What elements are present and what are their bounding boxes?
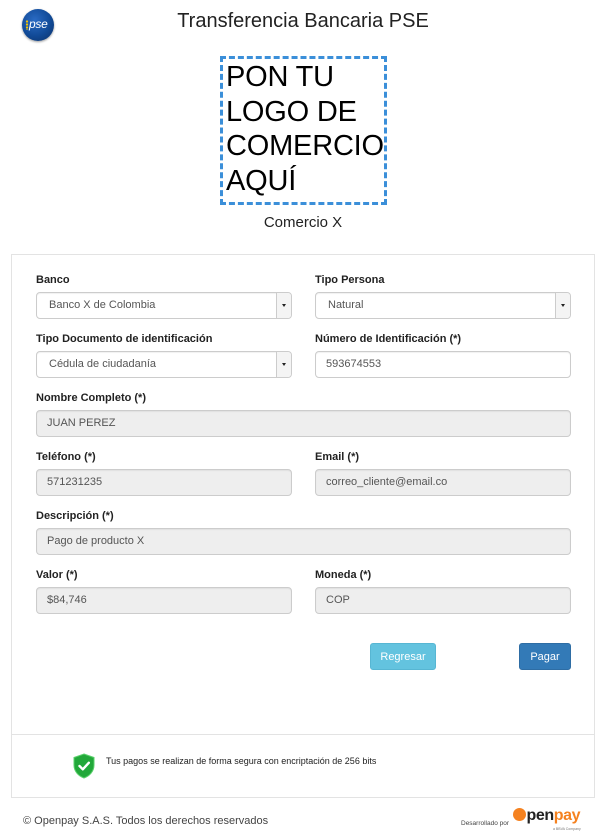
openpay-wordmark: penpay [513, 807, 581, 825]
currency-input[interactable]: COP [315, 587, 571, 614]
document-type-select-value: Cédula de ciudadanía [49, 358, 157, 370]
amount-input[interactable]: $84,746 [36, 587, 292, 614]
email-label: Email (*) [315, 451, 360, 463]
back-button[interactable]: Regresar [370, 643, 436, 670]
payment-form-panel: Banco Banco X de Colombia Tipo Persona N… [11, 254, 595, 798]
logo-placeholder-line: LOGO DE [226, 95, 357, 128]
description-input[interactable]: Pago de producto X [36, 528, 571, 555]
currency-label: Moneda (*) [315, 569, 372, 581]
logo-placeholder-line: AQUÍ [226, 164, 297, 197]
merchant-logo-placeholder: PON TU LOGO DE COMERCIO AQUÍ [220, 56, 387, 205]
document-number-input[interactable]: 593674553 [315, 351, 571, 378]
document-number-label: Número de Identificación (*) [315, 333, 462, 345]
section-divider [12, 734, 594, 735]
footer-copyright: © Openpay S.A.S. Todos los derechos rese… [23, 815, 269, 827]
merchant-name: Comercio X [263, 214, 343, 231]
shield-check-icon [73, 753, 95, 779]
person-type-select-value: Natural [328, 299, 364, 311]
full-name-label: Nombre Completo (*) [36, 392, 146, 404]
bank-label: Banco [36, 274, 70, 286]
logo-placeholder-line: COMERCIO [226, 130, 384, 162]
description-label: Descripción (*) [36, 510, 114, 522]
phone-label: Teléfono (*) [36, 451, 96, 463]
openpay-brand-open: pen [526, 807, 555, 824]
openpay-brand-pay: pay [553, 807, 581, 824]
page-title: Transferencia Bancaria PSE [177, 10, 429, 32]
chevron-down-icon[interactable] [276, 352, 291, 377]
pay-button[interactable]: Pagar [519, 643, 571, 670]
footer-developed-by: Desarrollado por [461, 820, 510, 827]
bank-select[interactable]: Banco X de Colombia [36, 292, 292, 319]
bank-select-value: Banco X de Colombia [49, 299, 156, 311]
document-type-label: Tipo Documento de identificación [36, 333, 213, 345]
chevron-down-icon[interactable] [555, 293, 570, 318]
logo-placeholder-line: PON TU [226, 61, 334, 93]
phone-input[interactable]: 571231235 [36, 469, 292, 496]
chevron-down-icon[interactable] [276, 293, 291, 318]
openpay-logo[interactable]: penpay a BBVA Company [513, 807, 593, 835]
openpay-o-icon [513, 808, 526, 821]
security-message: Tus pagos se realizan de forma segura co… [106, 756, 377, 766]
openpay-subtitle: a BBVA Company [553, 827, 581, 831]
email-input[interactable]: correo_cliente@email.co [315, 469, 571, 496]
full-name-input[interactable]: JUAN PEREZ [36, 410, 571, 437]
person-type-label: Tipo Persona [315, 274, 385, 286]
person-type-select[interactable]: Natural [315, 292, 571, 319]
amount-label: Valor (*) [36, 569, 78, 581]
document-type-select[interactable]: Cédula de ciudadanía [36, 351, 292, 378]
